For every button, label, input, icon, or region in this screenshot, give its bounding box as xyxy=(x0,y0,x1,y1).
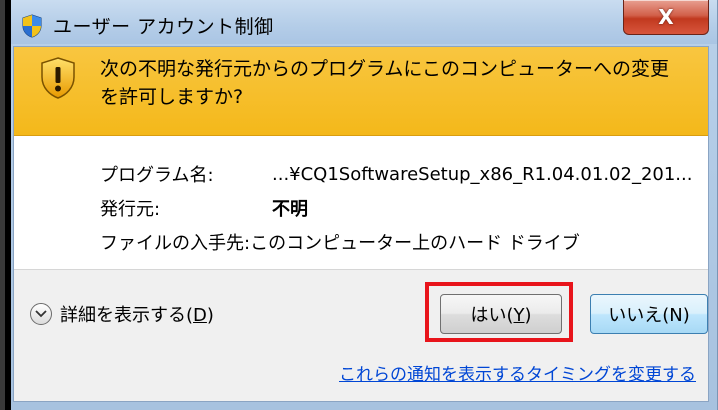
publisher-row: 発行元: 不明 xyxy=(100,191,698,225)
warning-shield-icon xyxy=(40,57,76,99)
program-name-label: プログラム名: xyxy=(100,165,214,186)
no-button-label: いいえ(N) xyxy=(608,305,690,326)
uac-shield-icon xyxy=(21,14,43,38)
program-name-value: ...¥CQ1SoftwareSetup_x86_R1.04.01.02_201… xyxy=(272,163,693,185)
show-details-toggle[interactable]: 詳細を表示する(D) xyxy=(30,301,214,327)
warning-banner: 次の不明な発行元からのプログラムにこのコンピューターへの変更を許可しますか? xyxy=(14,47,708,136)
program-name-row: プログラム名: ...¥CQ1SoftwareSetup_x86_R1.04.0… xyxy=(100,157,698,191)
yes-button-label: はい(Y) xyxy=(470,305,532,326)
file-origin-label: ファイルの入手先: xyxy=(100,233,251,254)
dialog-footer: 詳細を表示する(D) はい(Y) いいえ(N) これらの通知を表示するタイミング… xyxy=(14,270,708,401)
uac-dialog-window: ユーザー アカウント制御 X 次の不明な発行元からのプログラムにこのコンピュータ… xyxy=(0,0,718,410)
dialog-content: 次の不明な発行元からのプログラムにこのコンピューターへの変更を許可しますか? プ… xyxy=(13,46,709,402)
show-details-label: 詳細を表示する(D) xyxy=(60,305,214,326)
program-details: プログラム名: ...¥CQ1SoftwareSetup_x86_R1.04.0… xyxy=(100,157,698,259)
yes-button[interactable]: はい(Y) xyxy=(440,294,562,334)
notification-settings-link[interactable]: これらの通知を表示するタイミングを変更する xyxy=(339,360,696,385)
title-bar[interactable]: ユーザー アカウント制御 X xyxy=(5,0,717,44)
banner-question: 次の不明な発行元からのプログラムにこのコンピューターへの変更を許可しますか? xyxy=(100,58,670,108)
window-title: ユーザー アカウント制御 xyxy=(53,16,274,38)
close-icon: X xyxy=(658,5,674,29)
window-edge xyxy=(5,0,11,410)
chevron-down-icon xyxy=(30,303,52,325)
publisher-value: 不明 xyxy=(272,199,308,220)
file-origin-value: このコンピューター上のハード ドライブ xyxy=(250,233,580,254)
no-button[interactable]: いいえ(N) xyxy=(590,294,708,334)
file-origin-row: ファイルの入手先: このコンピューター上のハード ドライブ xyxy=(100,225,698,259)
close-button[interactable]: X xyxy=(623,0,709,35)
publisher-label: 発行元: xyxy=(100,199,161,220)
